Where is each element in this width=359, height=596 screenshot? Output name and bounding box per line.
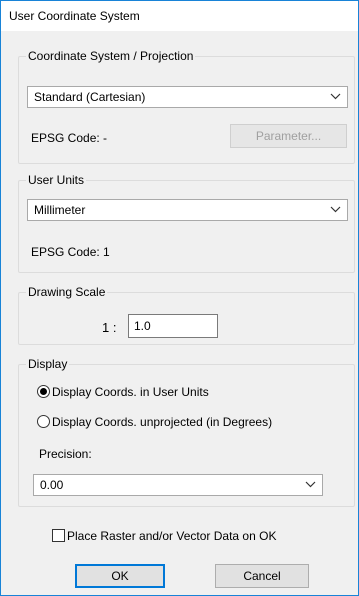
precision-dropdown[interactable]: 0.00 (33, 474, 323, 496)
ok-button[interactable]: OK (75, 564, 165, 588)
drawing-scale-legend: Drawing Scale (28, 285, 106, 299)
title-bar[interactable]: User Coordinate System (1, 1, 358, 31)
scale-input-value: 1.0 (134, 319, 151, 333)
projection-dropdown[interactable]: Standard (Cartesian) (27, 86, 348, 108)
units-dropdown-value: Millimeter (34, 203, 86, 217)
chevron-down-icon (330, 206, 341, 213)
cancel-button[interactable]: Cancel (215, 564, 309, 588)
projection-dropdown-value: Standard (Cartesian) (34, 90, 146, 104)
precision-dropdown-value: 0.00 (40, 478, 64, 492)
scale-prefix-label: 1 : (102, 320, 117, 335)
units-epsg-label: EPSG Code: 1 (31, 245, 110, 259)
chevron-down-icon (305, 481, 316, 488)
radio-user-units-label[interactable]: Display Coords. in User Units (52, 385, 209, 399)
window-title: User Coordinate System (9, 9, 140, 23)
parameter-button[interactable]: Parameter... (230, 124, 347, 148)
precision-label: Precision: (39, 447, 92, 461)
place-data-checkbox[interactable] (52, 529, 65, 542)
coord-system-legend: Coordinate System / Projection (28, 49, 194, 63)
dialog-window: User Coordinate System Coordinate System… (0, 0, 359, 596)
coord-epsg-label: EPSG Code: - (31, 131, 108, 145)
radio-unprojected-label[interactable]: Display Coords. unprojected (in Degrees) (52, 415, 272, 429)
scale-input[interactable]: 1.0 (128, 314, 218, 338)
chevron-down-icon (330, 93, 341, 100)
place-data-checkbox-label[interactable]: Place Raster and/or Vector Data on OK (67, 529, 276, 543)
user-units-legend: User Units (28, 173, 85, 187)
radio-user-units[interactable] (37, 385, 50, 398)
display-legend: Display (28, 357, 68, 371)
radio-unprojected[interactable] (37, 415, 50, 428)
units-dropdown[interactable]: Millimeter (27, 199, 348, 221)
